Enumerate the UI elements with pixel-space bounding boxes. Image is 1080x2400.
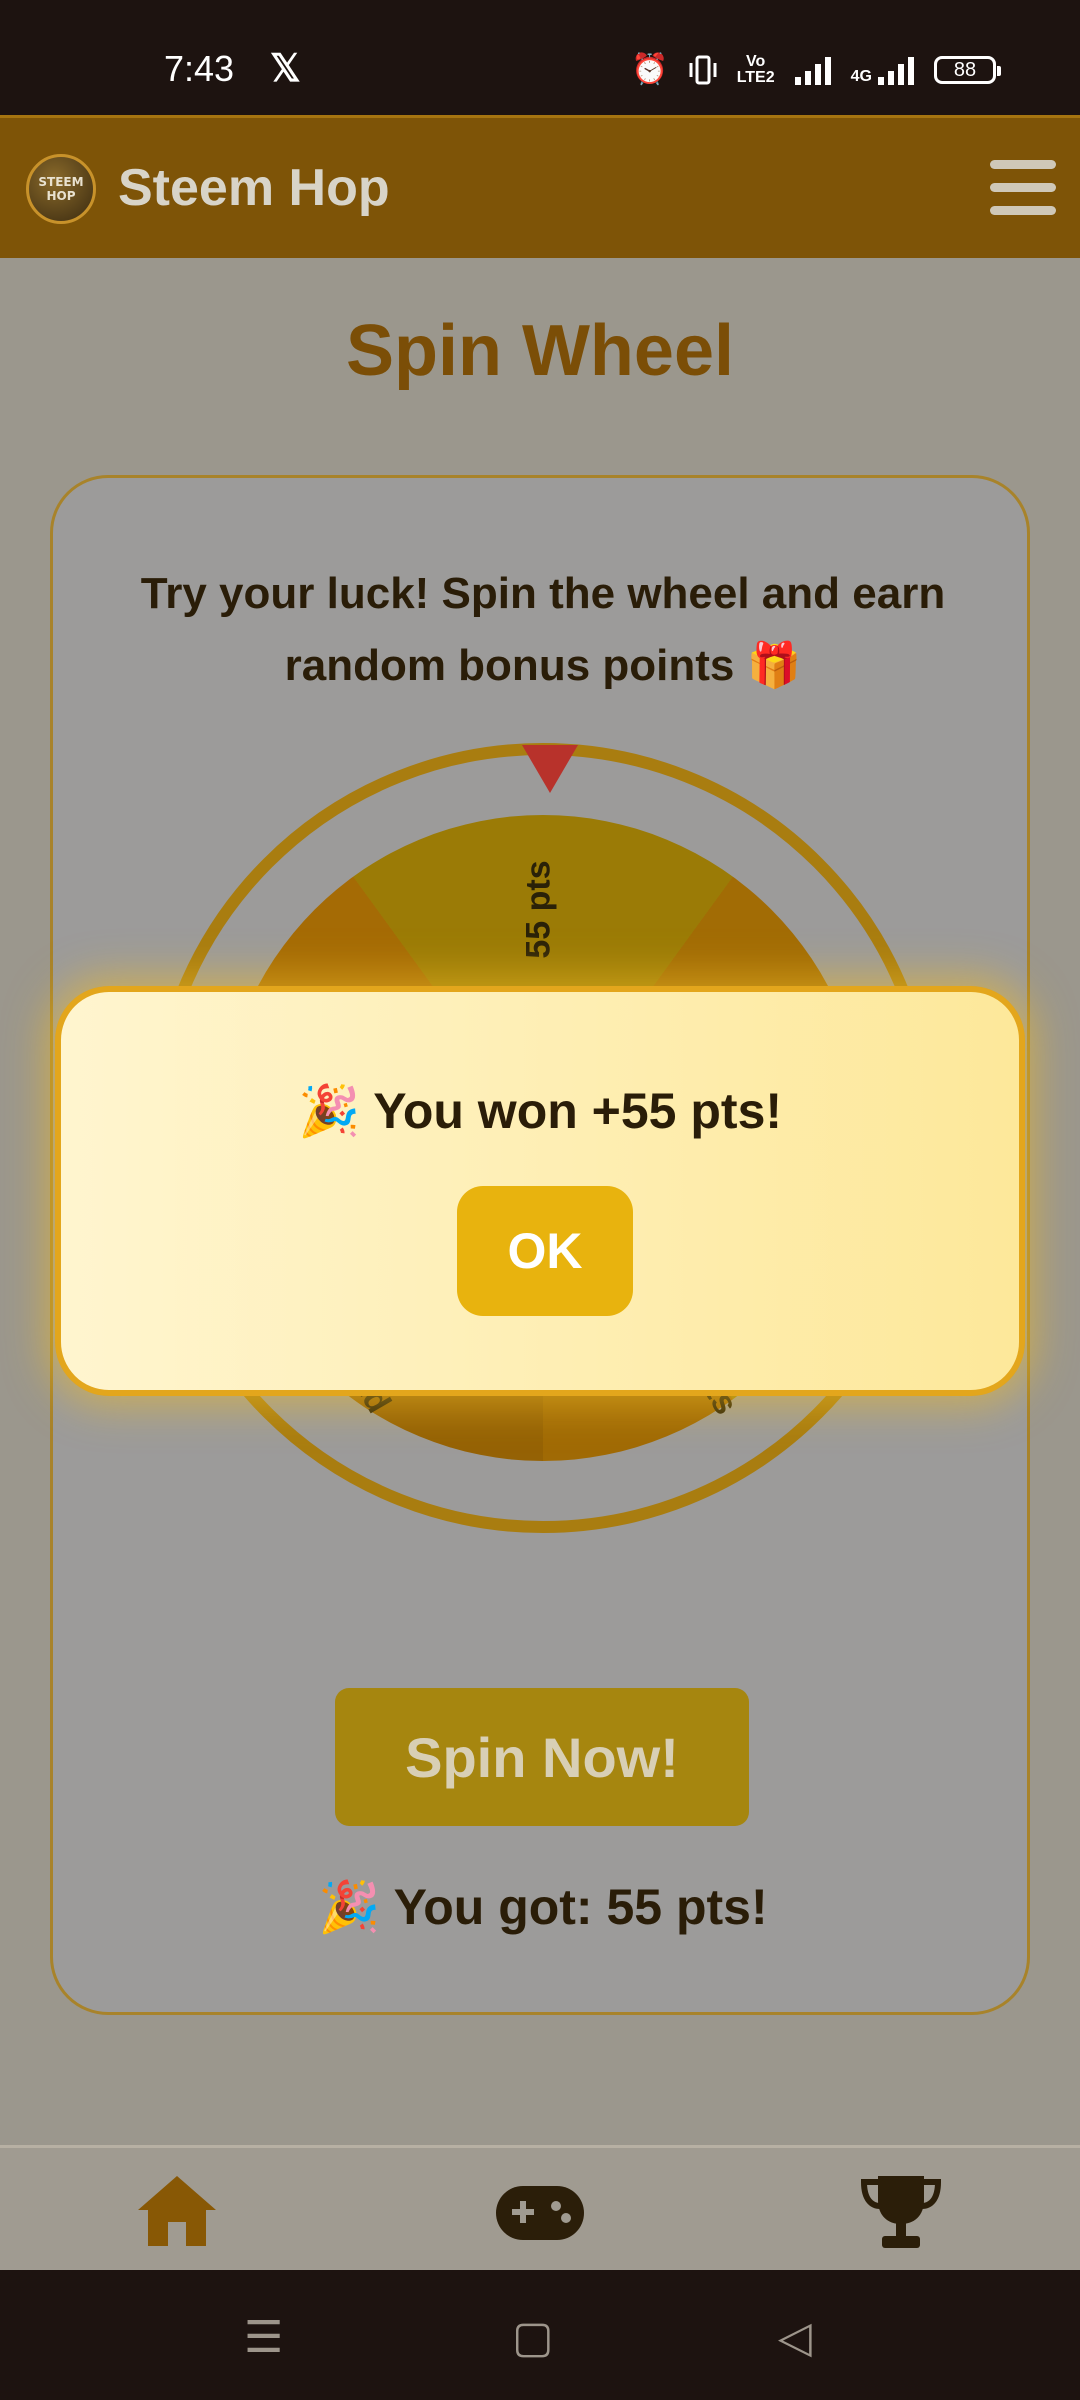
trophy-icon: [860, 2176, 942, 2248]
recent-apps-icon[interactable]: ☰: [244, 2312, 283, 2363]
app-title: Steem Hop: [118, 159, 390, 217]
status-time: 7:43: [164, 48, 235, 89]
home-icon: [138, 2176, 216, 2246]
system-back-icon[interactable]: ◁: [778, 2312, 812, 2363]
battery-icon: 88: [934, 55, 1001, 84]
system-home-icon[interactable]: ▢: [512, 2312, 554, 2363]
win-dialog: 🎉 You won +55 pts! OK: [55, 986, 1025, 1396]
spin-now-button[interactable]: Spin Now!: [335, 1688, 749, 1826]
hamburger-icon: [990, 160, 1056, 169]
nav-home-button[interactable]: [134, 2172, 224, 2252]
network-type: 4G: [850, 67, 872, 85]
bottom-nav: [0, 2145, 1080, 2273]
ok-button[interactable]: OK: [457, 1186, 633, 1316]
status-bar: 7:43 𝕏 ⏰ Vo LTE2 4G 88: [0, 0, 1080, 115]
system-navigation-bar: ☰ ▢ ◁: [0, 2270, 1080, 2400]
signal-icon-2: [878, 55, 914, 85]
vibrate-icon: [689, 55, 717, 84]
app-logo[interactable]: STEEM HOP: [26, 154, 96, 224]
gamepad-icon: [496, 2186, 584, 2240]
x-app-icon: 𝕏: [270, 48, 301, 90]
status-icons: ⏰ Vo LTE2 4G 88: [631, 52, 1001, 87]
signal-icon-1: [794, 55, 831, 85]
page-title: Spin Wheel: [345, 311, 735, 391]
alarm-icon: ⏰: [631, 52, 669, 87]
signal-4g-group: 4G: [851, 55, 914, 85]
spin-result: 🎉 You got: 55 pts!: [318, 1879, 768, 1935]
wheel-pointer-icon: [522, 745, 578, 793]
app-header: STEEM HOP Steem Hop: [0, 115, 1080, 258]
volte-indicator: Vo LTE2: [736, 52, 775, 86]
hamburger-menu-button[interactable]: [990, 160, 1056, 216]
nav-games-button[interactable]: [494, 2172, 586, 2252]
spin-description: Try your luck! Spin the wheel and earn r…: [140, 569, 946, 690]
nav-leaderboard-button[interactable]: [858, 2172, 948, 2252]
wheel-segment-label: 55 pts: [519, 860, 558, 959]
win-message: 🎉 You won +55 pts!: [297, 1083, 783, 1139]
